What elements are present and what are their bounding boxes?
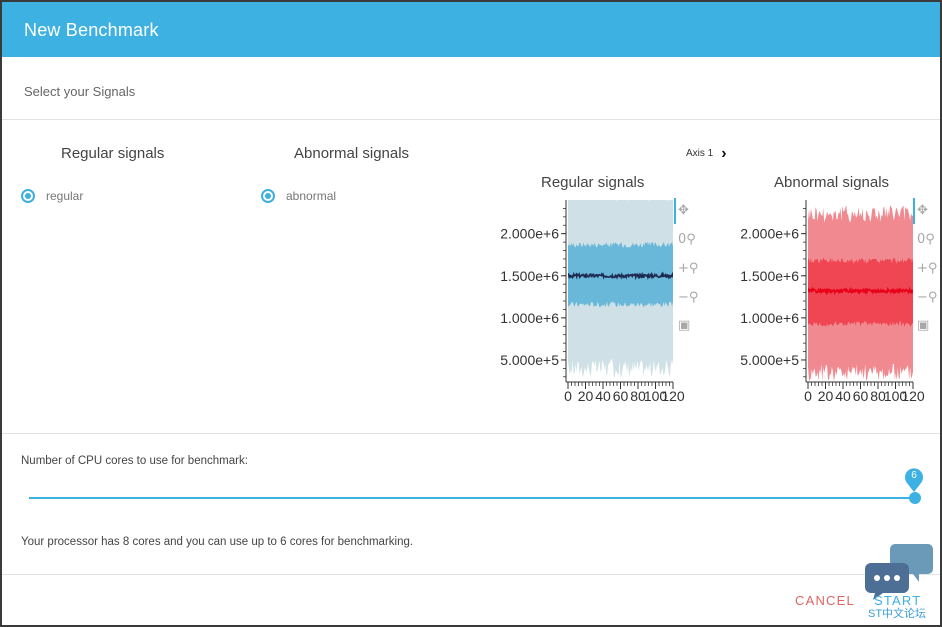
reset-zoom-icon[interactable]: 0⚲ [917,232,935,247]
plot-area [568,200,673,378]
dialog-title: New Benchmark [24,20,159,40]
x-tick-label: 20 [578,388,594,404]
cpu-cores-label: Number of CPU cores to use for benchmark… [21,455,248,467]
y-tick-label: 2.000e+6 [740,226,799,242]
abnormal-signals-heading: Abnormal signals [294,145,410,162]
abnormal-radio-button[interactable] [261,189,275,203]
x-tick-label: 0 [804,388,812,404]
regular-radio-option[interactable]: regular [21,189,83,203]
pan-icon[interactable]: ✥ [917,203,928,218]
reset-zoom-icon[interactable]: 0⚲ [678,232,696,247]
save-icon[interactable]: ▣ [678,318,690,333]
section-divider [2,433,940,434]
mean-line [808,286,913,296]
x-tick-label: 60 [853,388,869,404]
x-tick-label: 120 [901,388,925,404]
y-tick-label: 2.000e+6 [500,226,559,242]
axis-selector-label: Axis 1 [686,148,714,159]
zoom-out-icon[interactable]: −⚲ [917,290,937,305]
x-tick-label: 60 [613,388,629,404]
abnormal-chart-toolbar: ✥ 0⚲ +⚲ −⚲ ▣ [913,198,937,348]
abnormal-radio-option[interactable]: abnormal [261,189,336,203]
footer-divider [2,574,940,575]
y-tick-label: 1.500e+6 [500,268,559,284]
y-tick-label: 1.000e+6 [740,310,799,326]
x-tick-label: 40 [595,388,611,404]
zoom-in-icon[interactable]: +⚲ [678,261,698,276]
toolbar-active-indicator [913,198,915,224]
y-tick-label: 1.500e+6 [740,268,799,284]
mean-line [568,271,673,281]
regular-chart-title: Regular signals [541,174,645,191]
chevron-right-icon[interactable]: › [721,145,726,161]
cancel-button[interactable]: CANCEL [795,593,855,608]
cpu-cores-slider-track[interactable] [29,497,915,499]
chat-forum-icon [865,544,933,600]
regular-signals-heading: Regular signals [61,145,165,162]
axis-selector[interactable]: Axis 1 › [686,145,727,161]
processor-info-text: Your processor has 8 cores and you can u… [21,536,414,548]
abnormal-radio-label: abnormal [286,189,337,203]
x-tick-label: 120 [661,388,685,404]
x-tick-label: 0 [564,388,572,404]
regular-chart-toolbar: ✥ 0⚲ +⚲ −⚲ ▣ [674,198,698,348]
cpu-cores-value-badge: 6 [904,468,924,492]
save-icon[interactable]: ▣ [917,318,929,333]
zoom-in-icon[interactable]: +⚲ [917,261,937,276]
y-tick-label: 1.000e+6 [500,310,559,326]
abnormal-signals-chart[interactable]: 5.000e+51.000e+61.500e+62.000e+60 20 40 60 8… [720,195,925,410]
regular-signals-chart[interactable]: 5.000e+51.000e+61.500e+62.000e+60 20 40 60 8… [480,195,685,410]
dialog-titlebar: New Benchmark [2,2,940,57]
dialog-subheader: Select your Signals [2,57,940,120]
abnormal-chart-title: Abnormal signals [774,174,890,191]
dialog-subtitle: Select your Signals [24,84,136,99]
x-tick-label: 20 [818,388,834,404]
plot-area [808,204,913,381]
zoom-out-icon[interactable]: −⚲ [678,290,698,305]
new-benchmark-dialog: New Benchmark Select your Signals Regula… [2,2,940,625]
y-tick-label: 5.000e+5 [740,352,799,368]
pan-icon[interactable]: ✥ [678,203,689,218]
regular-radio-button[interactable] [21,189,35,203]
regular-radio-label: regular [46,189,84,203]
toolbar-active-indicator [674,198,676,224]
watermark-text: ST中文论坛 [868,608,927,620]
cpu-cores-value: 6 [911,470,917,481]
y-tick-label: 5.000e+5 [500,352,559,368]
x-tick-label: 40 [835,388,851,404]
